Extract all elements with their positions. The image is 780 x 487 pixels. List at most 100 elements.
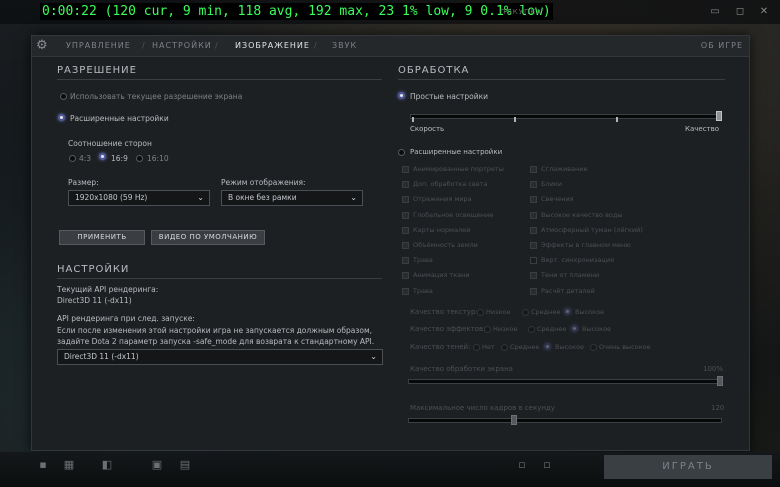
tab-bar: ⚙ УПРАВЛЕНИЕ / НАСТРОЙКИ / ИЗОБРАЖЕНИЕ /…	[32, 36, 749, 57]
shop-icon[interactable]: ▫	[540, 458, 554, 472]
processing-checkbox	[530, 226, 537, 234]
quality-slider-thumb[interactable]	[716, 111, 722, 121]
use-current-resolution-label: Использовать текущее разрешение экрана	[70, 92, 243, 101]
texture-quality-label: Качество текстур:	[410, 308, 478, 316]
processing-checkbox-label: Объёмность земли	[413, 241, 478, 249]
processing-checkbox	[402, 181, 409, 189]
processing-checkbox-label: Сглаживание	[541, 165, 588, 173]
effects-quality-label: Качество эффектов:	[410, 325, 486, 333]
settings-panel: ⚙ УПРАВЛЕНИЕ / НАСТРОЙКИ / ИЗОБРАЖЕНИЕ /…	[31, 35, 750, 451]
processing-checkbox	[402, 242, 409, 249]
tab-separator: /	[314, 41, 317, 50]
processing-checkbox	[530, 196, 537, 204]
api-warning-line1: Если после изменения этой настройки игра…	[57, 326, 372, 335]
aspect-16-10-radio[interactable]	[136, 155, 143, 162]
shadow-very-high-radio	[590, 344, 597, 351]
size-label: Размер:	[68, 178, 99, 187]
settings-heading: НАСТРОЙКИ	[57, 264, 130, 275]
chevron-down-icon: ⌄	[350, 193, 357, 202]
tab-sound[interactable]: ЗВУК	[332, 41, 357, 50]
close-icon[interactable]: ✕	[757, 5, 771, 19]
render-quality-label: Качество обработки экрана	[410, 365, 513, 373]
about-game-link[interactable]: ОБ ИГРЕ	[701, 41, 743, 50]
shadow-medium-radio	[501, 344, 508, 351]
next-api-label: API рендеринга при след. запуске:	[57, 314, 195, 323]
texture-low-radio	[477, 309, 484, 316]
quality-slider-track[interactable]	[410, 114, 722, 119]
current-api-value: Direct3D 11 (-dx11)	[57, 296, 132, 305]
chat-icon[interactable]: ▤	[178, 458, 192, 472]
resolution-heading: РАЗРЕШЕНИЕ	[57, 65, 137, 76]
tab-separator: /	[142, 41, 145, 50]
chevron-down-icon: ⌄	[370, 352, 377, 361]
aspect-16-10-label: 16:10	[147, 154, 169, 163]
window-icon[interactable]: ◻	[733, 5, 747, 19]
size-select[interactable]: 1920x1080 (59 Hz) ⌄	[68, 190, 210, 206]
processing-checkbox	[402, 226, 409, 234]
slider-tick	[514, 117, 516, 122]
processing-checkbox	[402, 196, 409, 204]
menu-icon[interactable]: ▪	[36, 458, 50, 472]
processing-checkbox-label: Тени от пламени	[541, 271, 600, 280]
processing-checkbox-label: Отражения мира	[413, 195, 472, 204]
render-api-select-value: Direct3D 11 (-dx11)	[64, 352, 139, 361]
processing-checkbox-label: Анимация ткани	[413, 271, 470, 280]
advanced-processing-radio[interactable]	[398, 149, 405, 156]
avatar[interactable]: ◧	[100, 458, 114, 472]
render-api-select[interactable]: Direct3D 11 (-dx11) ⌄	[57, 349, 383, 365]
max-fps-value: 120	[711, 404, 725, 412]
tab-separator: /	[215, 41, 218, 50]
max-fps-label: Максимальное число кадров в секунду	[410, 404, 555, 412]
simple-settings-label: Простые настройки	[410, 92, 489, 101]
play-button[interactable]: ИГРАТЬ	[604, 455, 772, 479]
minimize-icon[interactable]: ▭	[708, 5, 722, 19]
divider	[57, 278, 382, 279]
slider-tick	[616, 117, 618, 122]
processing-checkbox-label: Карты нормалей	[413, 225, 471, 234]
aspect-16-9-label: 16:9	[111, 154, 128, 163]
tab-controls[interactable]: УПРАВЛЕНИЕ	[66, 41, 131, 50]
chevron-down-icon: ⌄	[197, 193, 204, 202]
processing-checkbox	[402, 287, 409, 295]
gear-icon[interactable]: ⚙	[36, 39, 50, 53]
display-mode-label: Режим отображения:	[221, 178, 306, 187]
render-quality-thumb	[717, 376, 723, 386]
party-icon[interactable]: ▦	[62, 458, 76, 472]
processing-checkbox-label: Атмосферный туман (лёгкий)	[541, 225, 643, 234]
advanced-resolution-radio[interactable]	[58, 114, 65, 121]
processing-heading: ОБРАБОТКА	[398, 65, 470, 76]
processing-checkbox	[530, 166, 537, 173]
current-api-label: Текущий API рендеринга:	[57, 285, 159, 294]
texture-low-label: Низкое	[486, 308, 511, 316]
aspect-ratio-label: Соотношение сторон	[68, 139, 152, 148]
processing-checkbox	[530, 257, 537, 265]
video-defaults-button[interactable]: ВИДЕО ПО УМОЛЧАНИЮ	[151, 230, 265, 245]
display-mode-select-value: В окне без рамки	[228, 193, 297, 202]
apply-button[interactable]: ПРИМЕНИТЬ	[59, 230, 145, 245]
effects-medium-label: Среднее	[537, 325, 567, 333]
processing-checkbox-label: Блики	[541, 180, 562, 189]
top-bar: 0:00:22 (120 cur, 9 min, 118 avg, 192 ma…	[0, 0, 780, 24]
processing-checkbox	[530, 272, 537, 280]
simple-settings-radio[interactable]	[398, 92, 405, 99]
friends-icon[interactable]: ▣	[150, 458, 164, 472]
aspect-16-9-radio[interactable]	[99, 153, 106, 160]
shadow-high-label: Высокое	[555, 343, 585, 351]
processing-checkbox	[402, 272, 409, 280]
divider	[57, 79, 382, 80]
tab-settings[interactable]: НАСТРОЙКИ	[152, 41, 212, 50]
shadow-very-high-label: Очень высокое	[599, 343, 651, 351]
aspect-4-3-radio[interactable]	[69, 155, 76, 162]
processing-checkbox-label: Свечения	[541, 195, 574, 204]
top-menu-item[interactable]: ПОКУПКА	[500, 8, 542, 16]
processing-checkbox-label: Верт. синхронизация	[541, 256, 614, 265]
effects-high-radio	[571, 325, 578, 332]
render-quality-value: 100%	[703, 365, 724, 373]
processing-checkbox-label: Трава	[413, 256, 433, 265]
tab-video[interactable]: ИЗОБРАЖЕНИЕ	[235, 41, 310, 50]
max-fps-slider	[408, 418, 722, 423]
display-mode-select[interactable]: В окне без рамки ⌄	[221, 190, 363, 206]
use-current-resolution-radio[interactable]	[60, 93, 67, 100]
settings-icon[interactable]: ▫	[515, 458, 529, 472]
processing-checkbox	[402, 211, 409, 219]
